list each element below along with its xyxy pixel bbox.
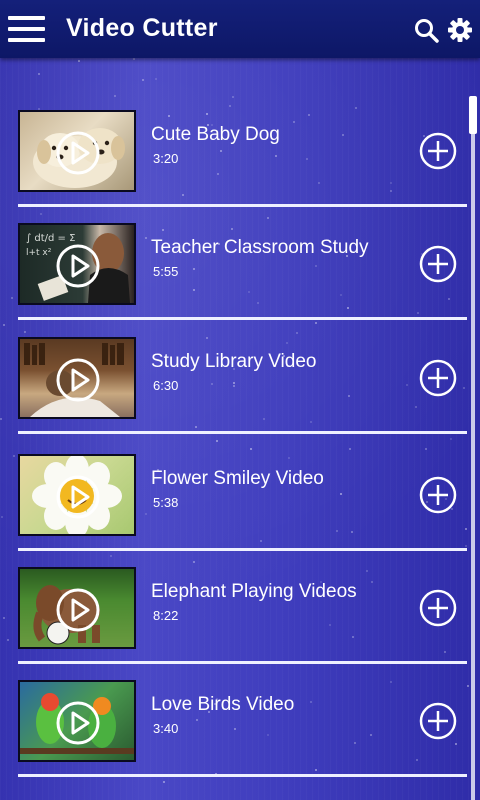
- add-video-button[interactable]: [419, 589, 457, 627]
- play-icon: [56, 358, 100, 402]
- settings-button[interactable]: [447, 17, 473, 43]
- plus-circle-icon: [419, 589, 457, 627]
- plus-circle-icon: [419, 476, 457, 514]
- video-list-item[interactable]: Study Library Video 6:30: [18, 337, 468, 449]
- gear-icon: [448, 18, 472, 42]
- app-toolbar: Video Cutter: [0, 0, 480, 58]
- app-title: Video Cutter: [66, 14, 218, 42]
- video-duration: 6:30: [153, 378, 179, 393]
- background-speck: [3, 324, 5, 326]
- video-list-item[interactable]: ∫ dt/d = Σ l+t x² Teacher Classroom Stud…: [18, 223, 468, 335]
- video-thumbnail: [18, 337, 136, 419]
- add-video-button[interactable]: [419, 476, 457, 514]
- background-speck: [114, 95, 116, 97]
- video-title: Teacher Classroom Study: [151, 237, 369, 258]
- video-duration: 5:38: [153, 495, 179, 510]
- play-icon: [56, 475, 100, 519]
- list-divider: [18, 548, 467, 551]
- background-speck: [0, 418, 2, 420]
- plus-circle-icon: [419, 359, 457, 397]
- video-list-item[interactable]: Elephant Playing Videos 8:22: [18, 567, 468, 679]
- video-title: Elephant Playing Videos: [151, 581, 357, 602]
- play-icon: [56, 244, 100, 288]
- search-button[interactable]: [414, 18, 440, 44]
- play-icon: [56, 588, 100, 632]
- search-icon: [415, 19, 439, 43]
- video-duration: 3:40: [153, 721, 179, 736]
- background-speck: [155, 78, 157, 80]
- scrollbar-track[interactable]: [471, 96, 475, 800]
- video-duration: 5:55: [153, 264, 179, 279]
- background-speck: [3, 617, 5, 619]
- plus-circle-icon: [419, 245, 457, 283]
- svg-text:l+t x²: l+t x²: [26, 248, 52, 258]
- video-list-item[interactable]: Love Birds Video 3:40: [18, 680, 468, 792]
- background-speck: [232, 96, 234, 98]
- video-title: Cute Baby Dog: [151, 124, 280, 145]
- background-speck: [229, 105, 231, 107]
- background-speck: [13, 455, 15, 457]
- plus-circle-icon: [419, 132, 457, 170]
- list-divider: [18, 204, 467, 207]
- hamburger-icon-line: [8, 27, 45, 31]
- plus-circle-icon: [419, 702, 457, 740]
- video-title: Study Library Video: [151, 351, 317, 372]
- video-thumbnail: ∫ dt/d = Σ l+t x²: [18, 223, 136, 305]
- play-icon: [56, 131, 100, 175]
- background-speck: [38, 73, 40, 75]
- background-speck: [142, 79, 144, 81]
- add-video-button[interactable]: [419, 359, 457, 397]
- background-speck: [355, 107, 357, 109]
- background-speck: [133, 58, 135, 60]
- list-divider: [18, 317, 467, 320]
- background-speck: [78, 60, 80, 62]
- add-video-button[interactable]: [419, 702, 457, 740]
- list-divider: [18, 774, 467, 777]
- video-list-item[interactable]: Flower Smiley Video 5:38: [18, 454, 468, 566]
- play-icon: [56, 701, 100, 745]
- add-video-button[interactable]: [419, 245, 457, 283]
- list-divider: [18, 431, 467, 434]
- video-title: Love Birds Video: [151, 694, 295, 715]
- background-speck: [1, 516, 3, 518]
- video-duration: 8:22: [153, 608, 179, 623]
- video-duration: 3:20: [153, 151, 179, 166]
- background-speck: [11, 297, 13, 299]
- background-speck: [7, 639, 9, 641]
- video-list-item[interactable]: Cute Baby Dog 3:20: [18, 110, 468, 222]
- video-thumbnail: [18, 567, 136, 649]
- add-video-button[interactable]: [419, 132, 457, 170]
- scrollbar-thumb[interactable]: [469, 96, 477, 134]
- video-thumbnail: [18, 454, 136, 536]
- list-divider: [18, 661, 467, 664]
- video-title: Flower Smiley Video: [151, 468, 324, 489]
- hamburger-icon-line: [8, 38, 45, 42]
- video-thumbnail: [18, 110, 136, 192]
- menu-button[interactable]: [8, 14, 46, 44]
- video-thumbnail: [18, 680, 136, 762]
- hamburger-icon-line: [8, 16, 45, 20]
